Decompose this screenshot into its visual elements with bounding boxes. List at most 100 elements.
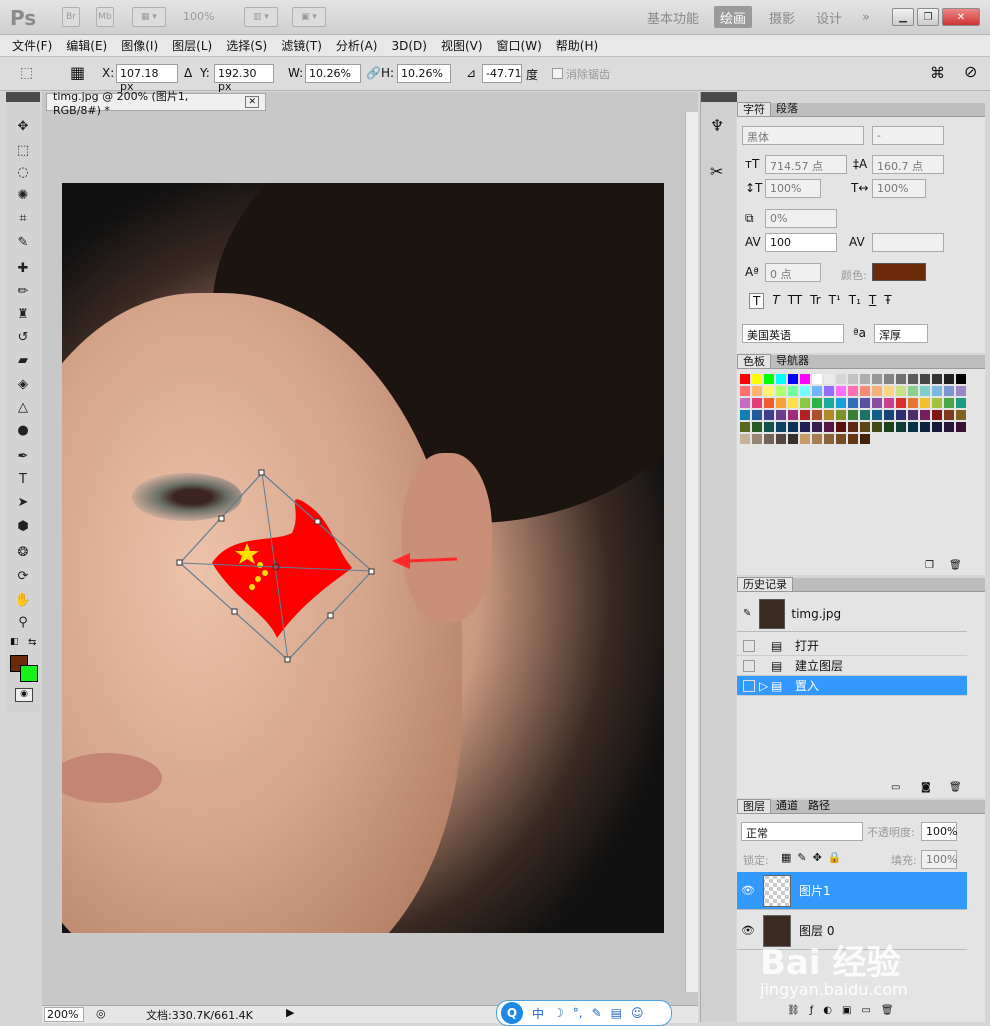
faux-bold-button[interactable]: T <box>749 293 765 309</box>
default-colors-icon[interactable]: ◧ <box>10 637 19 647</box>
dodge-tool-icon[interactable]: ● <box>12 420 34 440</box>
delete-swatch-icon[interactable]: 🗑 <box>949 560 962 571</box>
quick-select-tool-icon[interactable]: ✺ <box>12 185 34 205</box>
color-swatch[interactable] <box>895 421 907 433</box>
color-swatch[interactable] <box>883 397 895 409</box>
color-swatch[interactable] <box>787 433 799 445</box>
color-swatch[interactable] <box>751 409 763 421</box>
color-swatch[interactable] <box>763 397 775 409</box>
move-tool-icon[interactable]: ✥ <box>12 116 34 136</box>
color-swatch[interactable] <box>835 409 847 421</box>
cancel-transform-icon[interactable]: ⊘ <box>964 62 977 81</box>
color-swatch[interactable] <box>955 373 967 385</box>
color-swatch[interactable] <box>811 397 823 409</box>
color-swatch[interactable] <box>919 397 931 409</box>
color-swatch[interactable] <box>739 421 751 433</box>
horizontal-scale-input[interactable]: 100% <box>872 179 926 198</box>
color-swatch[interactable] <box>787 385 799 397</box>
color-swatch[interactable] <box>835 421 847 433</box>
color-swatch[interactable] <box>907 421 919 433</box>
lasso-tool-icon[interactable]: ◌ <box>12 162 34 182</box>
3d-orbit-tool-icon[interactable]: ⟳ <box>12 566 34 586</box>
leading-input[interactable]: 160.7 点 <box>872 155 944 174</box>
color-swatch[interactable] <box>883 373 895 385</box>
color-swatch[interactable] <box>775 397 787 409</box>
color-swatch[interactable] <box>907 409 919 421</box>
color-swatch[interactable] <box>847 397 859 409</box>
ime-tools-icon[interactable]: ✎ <box>592 1006 602 1020</box>
quick-mask-icon[interactable]: ◉ <box>15 688 33 702</box>
color-swatch[interactable] <box>859 385 871 397</box>
eraser-tool-icon[interactable]: ▰ <box>12 350 34 370</box>
color-swatch[interactable] <box>823 409 835 421</box>
menu-view[interactable]: 视图(V) <box>441 37 483 54</box>
zoom-tool-icon[interactable]: ⚲ <box>12 612 34 632</box>
menu-layer[interactable]: 图层(L) <box>172 37 212 54</box>
history-item-new-layer[interactable]: ▤ 建立图层 <box>737 656 967 676</box>
ime-punct-icon[interactable]: °, <box>573 1006 583 1020</box>
y-input[interactable]: 192.30 px <box>214 64 274 93</box>
history-brush-source-box[interactable] <box>743 659 755 672</box>
tracking-input[interactable] <box>872 233 944 252</box>
background-color-swatch[interactable] <box>20 665 38 682</box>
layer-name[interactable]: 图片1 <box>799 882 831 899</box>
history-item-open[interactable]: ▤ 打开 <box>737 636 967 656</box>
opacity-input[interactable]: 100% <box>921 822 957 841</box>
color-swatch[interactable] <box>787 373 799 385</box>
status-info-icon[interactable]: ◎ <box>96 1007 106 1020</box>
color-swatch[interactable] <box>739 409 751 421</box>
color-swatch[interactable] <box>847 373 859 385</box>
faux-italic-button[interactable]: T <box>772 293 779 309</box>
color-swatch[interactable] <box>847 385 859 397</box>
color-swatch[interactable] <box>883 421 895 433</box>
history-brush-tool-icon[interactable]: ↺ <box>12 327 34 347</box>
color-swatch[interactable] <box>811 421 823 433</box>
color-swatch[interactable] <box>943 421 955 433</box>
color-swatch[interactable] <box>943 385 955 397</box>
canvas-image[interactable] <box>62 183 664 933</box>
blend-mode-select[interactable]: 正常 <box>741 822 863 841</box>
color-swatch[interactable] <box>931 385 943 397</box>
height-input[interactable]: 10.26% <box>397 64 451 83</box>
tab-channels[interactable]: 通道 <box>771 799 803 813</box>
tab-paths[interactable]: 路径 <box>803 799 835 813</box>
color-swatch[interactable] <box>895 385 907 397</box>
color-swatch[interactable] <box>775 385 787 397</box>
vertical-scale-input[interactable]: 100% <box>765 179 821 198</box>
tab-swatches[interactable]: 色板 <box>737 354 771 368</box>
paint-bucket-tool-icon[interactable]: ◈ <box>12 374 34 394</box>
3d-rotate-tool-icon[interactable]: ❂ <box>12 542 34 562</box>
underline-button[interactable]: T <box>869 293 876 309</box>
menu-analysis[interactable]: 分析(A) <box>336 37 378 54</box>
all-caps-button[interactable]: TT <box>788 293 802 309</box>
color-swatch[interactable] <box>811 373 823 385</box>
history-brush-source-box[interactable] <box>743 679 755 692</box>
view-extras-icon[interactable]: ▦ ▾ <box>132 7 166 27</box>
color-swatch[interactable] <box>907 397 919 409</box>
color-swatch[interactable] <box>823 373 835 385</box>
transform-tool-icon[interactable]: ⬚ <box>20 65 33 81</box>
crop-tool-icon[interactable]: ⌗ <box>12 208 34 228</box>
ime-emoji-icon[interactable]: ☺ <box>631 1006 644 1020</box>
antialias-select[interactable]: 浑厚 <box>874 324 928 343</box>
screen-mode-icon[interactable]: ▣ ▾ <box>292 7 326 27</box>
kerning-input[interactable]: 100 <box>765 233 837 252</box>
path-select-tool-icon[interactable]: ➤ <box>12 492 34 512</box>
color-swatch[interactable] <box>883 385 895 397</box>
color-swatch[interactable] <box>859 409 871 421</box>
color-swatch[interactable] <box>955 421 967 433</box>
tab-layers[interactable]: 图层 <box>737 799 771 813</box>
eyedropper-tool-icon[interactable]: ✎ <box>12 232 34 252</box>
color-swatch[interactable] <box>859 433 871 445</box>
color-swatch[interactable] <box>931 373 943 385</box>
color-swatch[interactable] <box>775 409 787 421</box>
superscript-button[interactable]: T¹ <box>829 293 841 309</box>
color-swatch[interactable] <box>739 385 751 397</box>
color-swatch[interactable] <box>955 409 967 421</box>
color-swatch[interactable] <box>943 397 955 409</box>
color-swatch[interactable] <box>751 385 763 397</box>
maximize-button[interactable]: ❐ <box>917 8 939 26</box>
strip-header[interactable] <box>701 92 737 102</box>
color-swatch[interactable] <box>907 385 919 397</box>
tab-character[interactable]: 字符 <box>737 102 771 116</box>
